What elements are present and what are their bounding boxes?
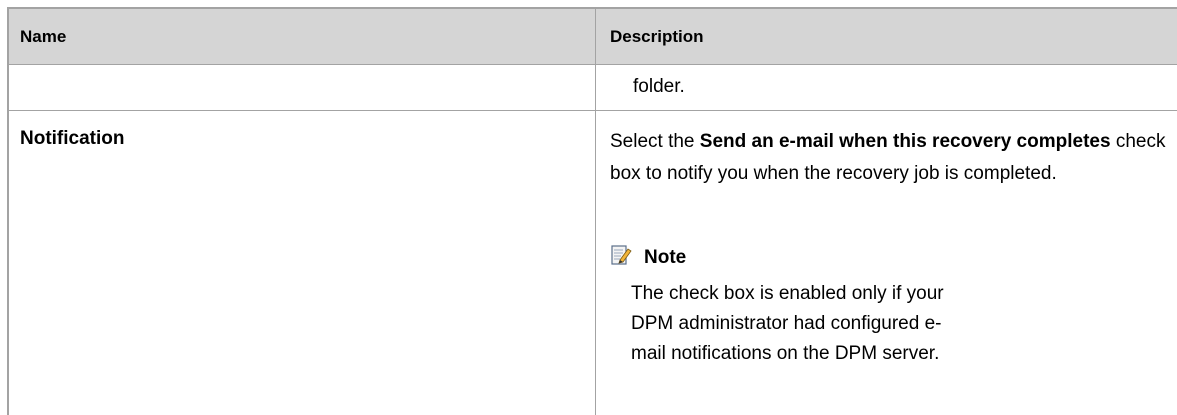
checkbox-name: Send an e-mail when this recovery comple… [699,131,1111,152]
description-cell: Select the Send an e-mail when this reco… [610,126,1175,190]
note-text: The check box is enabled only if your DP… [631,283,944,364]
description-text: Select the [610,131,700,152]
column-divider [595,9,596,415]
note-title: Note [644,247,687,268]
note-header: Note [610,243,1170,273]
header-name: Name [20,27,67,46]
table-header-row: Name Description [9,9,1177,65]
header-description: Description [610,27,704,46]
note-box: Note The check box is enabled only if yo… [610,243,1170,369]
description-cell: folder. [633,76,685,97]
name-cell: Notification [20,128,125,149]
table-row: folder. [9,65,1177,111]
table-row: Notification Select the Send an e-mail w… [9,111,1177,415]
properties-table: Name Description folder. Notification Se… [7,7,1177,415]
note-pencil-icon [610,244,632,266]
